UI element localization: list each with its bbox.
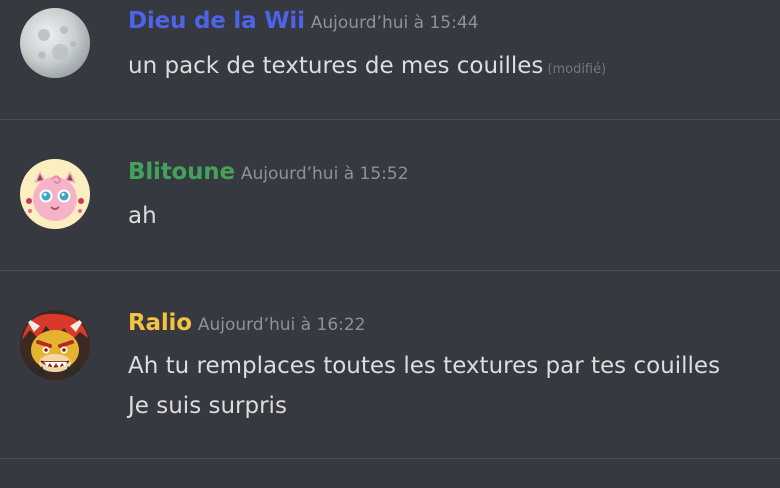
message-line: ah: [128, 203, 157, 229]
message-content: Ah tu remplaces toutes les textures par …: [128, 346, 720, 426]
message-header: Dieu de la Wii Aujourd’hui à 15:44: [128, 8, 478, 34]
username[interactable]: Blitoune: [128, 159, 235, 185]
timestamp[interactable]: Aujourd’hui à 15:44: [311, 13, 479, 33]
message-line: Ah tu remplaces toutes les textures par …: [128, 353, 721, 379]
message-line: un pack de textures de mes couilles: [128, 53, 544, 79]
timestamp[interactable]: Aujourd’hui à 15:52: [241, 164, 409, 184]
message-content: un pack de textures de mes couilles (modi…: [128, 46, 606, 90]
message-divider: [0, 119, 780, 120]
message-divider: [0, 458, 780, 459]
username[interactable]: Ralio: [128, 310, 192, 336]
chat-messages: Dieu de la Wii Aujourd’hui à 15:44 un pac…: [0, 0, 780, 488]
edited-label: (modifié): [547, 62, 607, 77]
message-content: ah: [128, 196, 157, 236]
timestamp[interactable]: Aujourd’hui à 16:22: [198, 315, 366, 335]
message-line: Je suis surpris: [128, 393, 287, 419]
moon-avatar-icon[interactable]: [20, 8, 90, 78]
message-header: Ralio Aujourd’hui à 16:22: [128, 310, 366, 336]
message-header: Blitoune Aujourd’hui à 15:52: [128, 159, 409, 185]
bowser-avatar-icon[interactable]: [20, 310, 90, 380]
message-divider: [0, 270, 780, 271]
jigglypuff-avatar-icon[interactable]: [20, 159, 90, 229]
username[interactable]: Dieu de la Wii: [128, 8, 305, 34]
